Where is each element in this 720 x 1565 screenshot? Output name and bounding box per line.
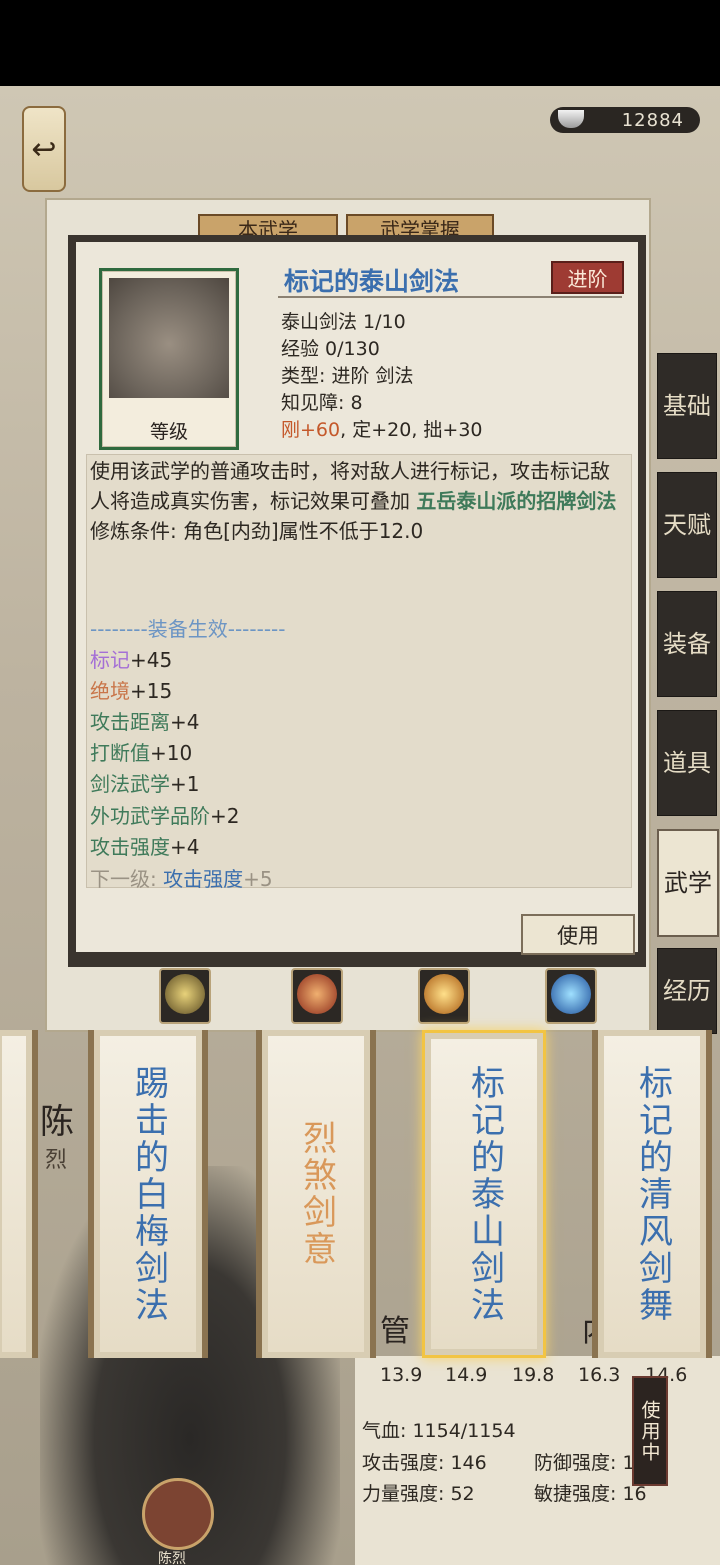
- equip-effect: 绝境+15: [90, 679, 173, 703]
- use-button[interactable]: 使用: [521, 914, 635, 955]
- attr-value: 16.3: [578, 1364, 621, 1386]
- skill-exp-info: 经验 0/130: [281, 338, 380, 360]
- skill-scroll[interactable]: 踢击的白梅剑法: [88, 1030, 208, 1358]
- attr-value: 14.9: [445, 1364, 488, 1386]
- currency-value: 12884: [621, 109, 684, 131]
- agility-stat: 敏捷强度: 16: [534, 1483, 647, 1505]
- skill-icon-2[interactable]: [291, 968, 343, 1024]
- back-button[interactable]: ↩: [22, 106, 66, 192]
- stat-zhuo: 拙+30: [423, 419, 483, 441]
- tab-equipment[interactable]: 装备: [657, 591, 717, 697]
- tab-basic[interactable]: 基础: [657, 353, 717, 459]
- scroll-title: 踢击的白梅剑法: [128, 1064, 169, 1324]
- attr-value: 13.9: [380, 1364, 423, 1386]
- sword-fighter-icon: [109, 278, 229, 398]
- training-condition: 修炼条件: 角色[内劲]属性不低于12.0: [90, 519, 424, 543]
- defense-stat: 防御强度: 16: [534, 1452, 647, 1474]
- skill-type-info: 类型: 进阶 剑法: [281, 365, 414, 387]
- character-avatar[interactable]: [142, 1478, 214, 1550]
- game-screen: ↩ 12884 本武学 武学掌握 基础 天赋 装备 道具 武学 经历 等级 标记…: [0, 86, 720, 1565]
- equip-effect: 剑法武学+1: [90, 772, 200, 796]
- tab-items[interactable]: 道具: [657, 710, 717, 816]
- avatar-name: 陈烈: [158, 1551, 186, 1565]
- advanced-badge: 进阶: [551, 261, 624, 294]
- skill-stats-row: 刚+60, 定+20, 拙+30: [281, 419, 483, 441]
- skill-barrier-info: 知见障: 8: [281, 392, 363, 414]
- hp-stat: 气血: 1154/1154: [362, 1420, 516, 1442]
- character-name-second: 烈: [45, 1148, 68, 1173]
- attr-value: 19.8: [512, 1364, 555, 1386]
- equip-effect: 攻击强度+4: [90, 835, 200, 859]
- skill-scroll-selected[interactable]: 标记的泰山剑法: [422, 1030, 546, 1358]
- skill-icon-3[interactable]: [418, 968, 470, 1024]
- equip-effects-title: --------装备生效--------: [90, 617, 286, 641]
- in-use-badge: 使用中: [632, 1376, 668, 1486]
- tab-history[interactable]: 经历: [657, 948, 717, 1034]
- title-divider: [278, 296, 622, 298]
- skill-level-info: 泰山剑法 1/10: [281, 311, 406, 333]
- tab-martial-arts[interactable]: 武学: [657, 829, 719, 937]
- equip-effect: 打断值+10: [90, 741, 193, 765]
- skill-title: 标记的泰山剑法: [284, 267, 460, 296]
- skill-icon-4[interactable]: [545, 968, 597, 1024]
- attack-stat: 攻击强度: 146: [362, 1452, 487, 1474]
- scroll-title: 标记的泰山剑法: [464, 1064, 505, 1324]
- scroll-title: 标记的清风剑舞: [632, 1064, 673, 1324]
- skill-description: 使用该武学的普通攻击时，将对敌人进行标记，攻击标记敌人将造成真实伤害，标记效果可…: [90, 456, 626, 546]
- stats-header-left: 管: [380, 1314, 410, 1349]
- character-name: 陈: [40, 1102, 74, 1142]
- currency-display: 12884: [550, 107, 700, 133]
- level-label: 等级: [149, 421, 188, 443]
- description-highlight: 五岳泰山派的招牌剑法: [416, 489, 617, 513]
- stat-gang: 刚+60: [281, 419, 341, 441]
- scroll-title: 烈煞剑意: [296, 1120, 337, 1268]
- silver-ingot-icon: [558, 110, 584, 128]
- skill-scroll[interactable]: 标记的清风剑舞: [592, 1030, 712, 1358]
- skill-icon-1[interactable]: [159, 968, 211, 1024]
- strength-stat: 力量强度: 52: [362, 1483, 475, 1505]
- skill-portrait: 等级: [99, 268, 239, 450]
- equip-effect: 标记+45: [90, 648, 173, 672]
- back-arrow-icon: ↩: [31, 131, 57, 167]
- equip-effect: 外功武学品阶+2: [90, 804, 240, 828]
- skill-scroll[interactable]: 烈煞剑意: [256, 1030, 376, 1358]
- next-level-effect: 下一级: 攻击强度+5: [90, 867, 273, 891]
- equip-effect: 攻击距离+4: [90, 710, 200, 734]
- skill-scroll[interactable]: [0, 1030, 38, 1358]
- tab-talent[interactable]: 天赋: [657, 472, 717, 578]
- stat-ding: 定+20: [352, 419, 412, 441]
